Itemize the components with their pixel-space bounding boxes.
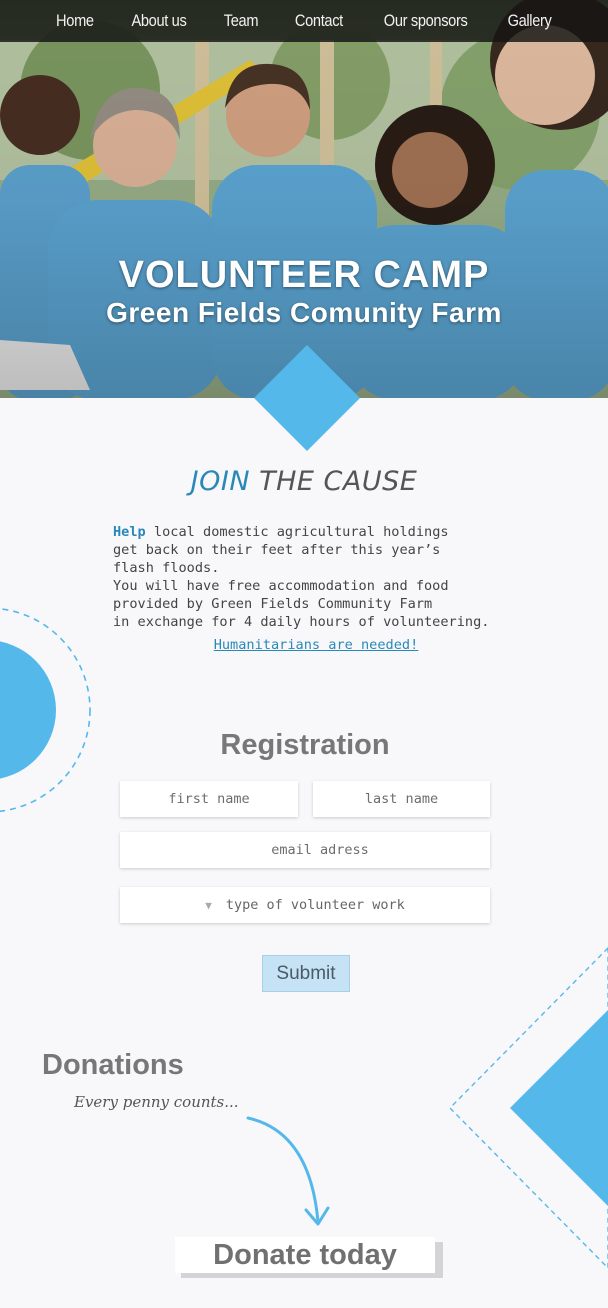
nav-our-sponsors[interactable]: Our sponsors	[370, 11, 479, 31]
dropdown-arrow-icon: ▼	[205, 898, 212, 912]
nav-contact[interactable]: Contact	[282, 11, 356, 31]
join-heading: JOIN THE CAUSE	[0, 466, 608, 497]
email-field[interactable]	[120, 832, 490, 868]
first-name-field[interactable]	[120, 781, 298, 817]
join-heading-rest: THE CAUSE	[250, 466, 418, 497]
nav-home[interactable]: Home	[43, 11, 106, 31]
donations-title: Donations	[42, 1049, 184, 1081]
last-name-field[interactable]	[313, 781, 490, 817]
top-navigation: Home About us Team Contact Our sponsors …	[0, 0, 608, 42]
submit-button[interactable]: Submit	[262, 955, 350, 992]
decorative-diamond-right	[449, 947, 608, 1269]
decorative-circle-left	[0, 607, 91, 813]
donate-today-button[interactable]: Donate today	[175, 1237, 435, 1273]
nav-about-us[interactable]: About us	[118, 11, 199, 31]
nav-team[interactable]: Team	[211, 11, 271, 31]
intro-body: local domestic agricultural holdings get…	[113, 524, 490, 630]
hero-banner: Home About us Team Contact Our sponsors …	[0, 0, 608, 398]
nav-gallery[interactable]: Gallery	[494, 11, 564, 31]
intro-paragraph: Help local domestic agricultural holding…	[113, 523, 573, 631]
intro-highlight: Help	[113, 524, 146, 540]
hero-overlay	[0, 0, 608, 398]
join-heading-accent: JOIN	[190, 466, 251, 497]
hero-subtitle: Green Fields Comunity Farm	[106, 297, 502, 328]
diamond-pointer-shape	[254, 345, 360, 451]
volunteer-work-placeholder: type of volunteer work	[225, 897, 405, 913]
hero-title: VOLUNTEER CAMP	[118, 254, 490, 296]
donations-subtitle: Every penny counts...	[74, 1093, 239, 1111]
registration-title: Registration	[220, 729, 390, 761]
volunteer-work-select[interactable]: ▼ type of volunteer work	[120, 887, 490, 923]
curved-arrow-icon	[246, 1116, 330, 1226]
